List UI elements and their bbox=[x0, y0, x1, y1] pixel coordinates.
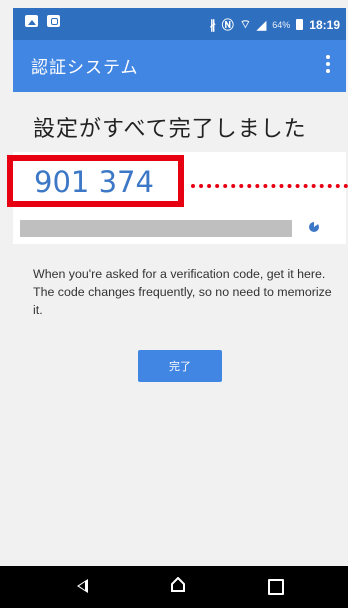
done-button[interactable]: 完了 bbox=[138, 350, 222, 382]
signal-icon: ◢ bbox=[257, 17, 267, 32]
status-bar: ∦ Ⓝ ⌔ ◢ 64% 18:19 bbox=[13, 8, 346, 40]
nfc-icon: Ⓝ bbox=[221, 18, 234, 32]
app-bar: 認証システム bbox=[13, 40, 346, 92]
back-icon[interactable] bbox=[77, 579, 88, 593]
callout-dotted-line bbox=[191, 184, 348, 188]
battery-percent: 64% bbox=[272, 19, 291, 30]
status-time: 18:19 bbox=[309, 17, 340, 32]
system-icons: ∦ Ⓝ ⌔ ◢ 64% 18:19 bbox=[210, 16, 340, 33]
phone-screen: ∦ Ⓝ ⌔ ◢ 64% 18:19 認証システム 設定がすべて完了しました 90… bbox=[0, 0, 348, 608]
app-title: 認証システム bbox=[31, 58, 139, 78]
countdown-timer-icon bbox=[309, 222, 319, 232]
more-vert-icon[interactable] bbox=[320, 52, 336, 78]
help-text: When you're asked for a verification cod… bbox=[33, 267, 332, 317]
bag-icon bbox=[47, 15, 60, 27]
code-highlight-box bbox=[7, 155, 184, 207]
photo-icon bbox=[25, 15, 38, 27]
wifi-icon: ⌔ bbox=[239, 17, 252, 31]
notification-icons bbox=[25, 15, 60, 27]
code-timer-bar bbox=[20, 220, 292, 237]
navigation-bar bbox=[0, 566, 348, 608]
home-icon[interactable] bbox=[171, 577, 185, 592]
recent-apps-icon[interactable] bbox=[268, 579, 284, 595]
bluetooth-icon: ∦ bbox=[209, 17, 216, 32]
battery-icon bbox=[296, 19, 304, 30]
page-title: 設定がすべて完了しました bbox=[33, 117, 307, 142]
